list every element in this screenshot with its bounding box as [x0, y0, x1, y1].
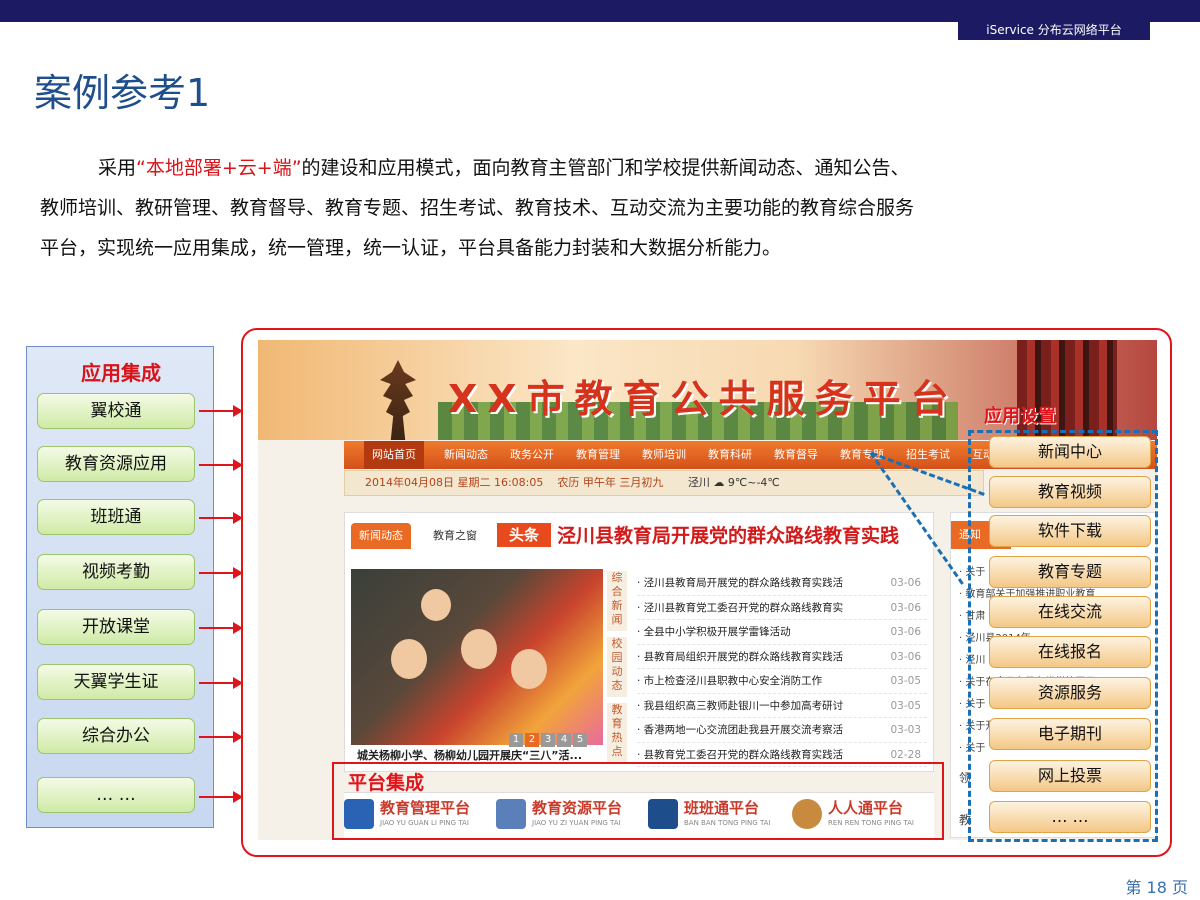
app-integration-title: 应用集成	[81, 361, 161, 385]
news-item[interactable]: · 泾川县教育局开展党的群众路线教育实践活 03-06	[637, 571, 927, 596]
child-face	[391, 639, 427, 679]
app-settings-label: 应用设置	[984, 406, 1056, 427]
pager-2[interactable]: 2	[525, 733, 539, 747]
news-photo[interactable]	[351, 569, 603, 745]
weather-city: 泾川	[687, 476, 710, 489]
setting-more[interactable]: … …	[989, 801, 1151, 833]
intro-pre: 采用	[98, 157, 137, 179]
top-bar	[0, 0, 1200, 22]
setting-resource-service[interactable]: 资源服务	[989, 677, 1151, 709]
setting-news-center[interactable]: 新闻中心	[989, 436, 1151, 468]
nav-admission[interactable]: 招生考试	[906, 441, 950, 469]
news-item[interactable]: · 泾川县教育党工委召开党的群众路线教育实 03-06	[637, 596, 927, 620]
portal-title: XX市教育公共服务平台	[448, 377, 959, 421]
nav-government[interactable]: 政务公开	[510, 441, 554, 469]
nav-supervision[interactable]: 教育督导	[774, 441, 818, 469]
intro-highlight: “本地部署+云+端”	[136, 157, 302, 179]
pager-1[interactable]: 1	[509, 733, 523, 747]
tab-news[interactable]: 新闻动态	[351, 523, 411, 549]
app-button-yixiaotong[interactable]: 翼校通	[37, 393, 195, 429]
nav-research[interactable]: 教育科研	[708, 441, 752, 469]
side-tab-hotspot[interactable]: 教育热点	[607, 703, 627, 763]
pagoda-image	[380, 360, 416, 440]
headline-link[interactable]: 泾川县教育局开展党的群众路线教育实践	[557, 521, 899, 548]
tab-edu-window[interactable]: 教育之窗	[425, 523, 485, 549]
app-button-more[interactable]: … …	[37, 777, 195, 813]
setting-edu-topics[interactable]: 教育专题	[989, 556, 1151, 588]
pager-5[interactable]: 5	[573, 733, 587, 747]
app-button-banbantong[interactable]: 班班通	[37, 499, 195, 535]
intro-line2: 教师培训、教研管理、教育督导、教育专题、招生考试、教育技术、互动交流为主要功能的…	[40, 197, 915, 219]
news-item[interactable]: · 市上检查泾川县职教中心安全消防工作 03-05	[637, 669, 927, 694]
current-date: 2014年04月08日 星期二 16:08:05	[365, 476, 544, 489]
news-item[interactable]: · 我县组织高三教师赴银川一中参加高考研讨 03-05	[637, 694, 927, 718]
arrow-icon	[199, 512, 243, 524]
lunar-date: 农历 甲午年 三月初九	[557, 476, 664, 489]
slide-title: 案例参考1	[34, 71, 211, 115]
arrow-icon	[199, 677, 243, 689]
nav-training[interactable]: 教师培训	[642, 441, 686, 469]
intro-line1: 的建设和应用模式，面向教育主管部门和学校提供新闻动态、通知公告、	[301, 157, 910, 179]
child-face	[511, 649, 547, 689]
side-tab-general[interactable]: 综合新闻	[607, 571, 627, 631]
setting-online-chat[interactable]: 在线交流	[989, 596, 1151, 628]
intro-paragraph: 采用“本地部署+云+端”的建设和应用模式，面向教育主管部门和学校提供新闻动态、通…	[40, 148, 1120, 268]
news-item[interactable]: · 全县中小学积极开展学雷锋活动 03-06	[637, 620, 927, 645]
pager-4[interactable]: 4	[557, 733, 571, 747]
brand-label: iService 分布云网络平台	[958, 20, 1150, 40]
news-item[interactable]: · 县教育局组织开展党的群众路线教育实践活 03-06	[637, 645, 927, 669]
app-button-edu-resource[interactable]: 教育资源应用	[37, 446, 195, 482]
photo-caption[interactable]: 城关杨柳小学、杨柳幼儿园开展庆“三八”活...	[357, 747, 582, 763]
nav-news[interactable]: 新闻动态	[444, 441, 488, 469]
app-button-student-card[interactable]: 天翼学生证	[37, 664, 195, 700]
pager-3[interactable]: 3	[541, 733, 555, 747]
app-button-office[interactable]: 综合办公	[37, 718, 195, 754]
setting-software-download[interactable]: 软件下载	[989, 515, 1151, 547]
arrow-icon	[199, 405, 243, 417]
photo-pager: 12345	[509, 727, 589, 747]
intro-line3: 平台，实现统一应用集成，统一管理，统一认证，平台具备能力封装和大数据分析能力。	[40, 237, 782, 259]
weather-temp: 9℃~-4℃	[727, 476, 780, 489]
setting-e-journal[interactable]: 电子期刊	[989, 718, 1151, 750]
arrow-icon	[199, 459, 243, 471]
child-face	[421, 589, 451, 621]
child-face	[461, 629, 497, 669]
setting-online-signup[interactable]: 在线报名	[989, 636, 1151, 668]
nav-home[interactable]: 网站首页	[364, 441, 424, 469]
side-tab-campus[interactable]: 校园动态	[607, 637, 627, 697]
arrow-icon	[199, 791, 243, 803]
page-number: 第 18 页	[1125, 878, 1188, 897]
setting-edu-video[interactable]: 教育视频	[989, 476, 1151, 508]
nav-management[interactable]: 教育管理	[576, 441, 620, 469]
headline-tag: 头条	[497, 523, 551, 547]
news-list: · 泾川县教育局开展党的群众路线教育实践活 03-06 · 泾川县教育党工委召开党…	[637, 571, 927, 767]
arrow-icon	[199, 622, 243, 634]
app-button-video-attendance[interactable]: 视频考勤	[37, 554, 195, 590]
news-item[interactable]: · 香港两地一心交流团赴我县开展交流考察活 03-03	[637, 718, 927, 743]
platform-integration-label: 平台集成	[348, 772, 425, 794]
weather-icon: ☁	[713, 476, 728, 489]
news-section: 新闻动态 教育之窗 头条 泾川县教育局开展党的群众路线教育实践 12345 城关…	[344, 512, 934, 772]
arrow-icon	[199, 567, 243, 579]
setting-online-vote[interactable]: 网上投票	[989, 760, 1151, 792]
app-button-open-class[interactable]: 开放课堂	[37, 609, 195, 645]
arrow-icon	[199, 731, 243, 743]
